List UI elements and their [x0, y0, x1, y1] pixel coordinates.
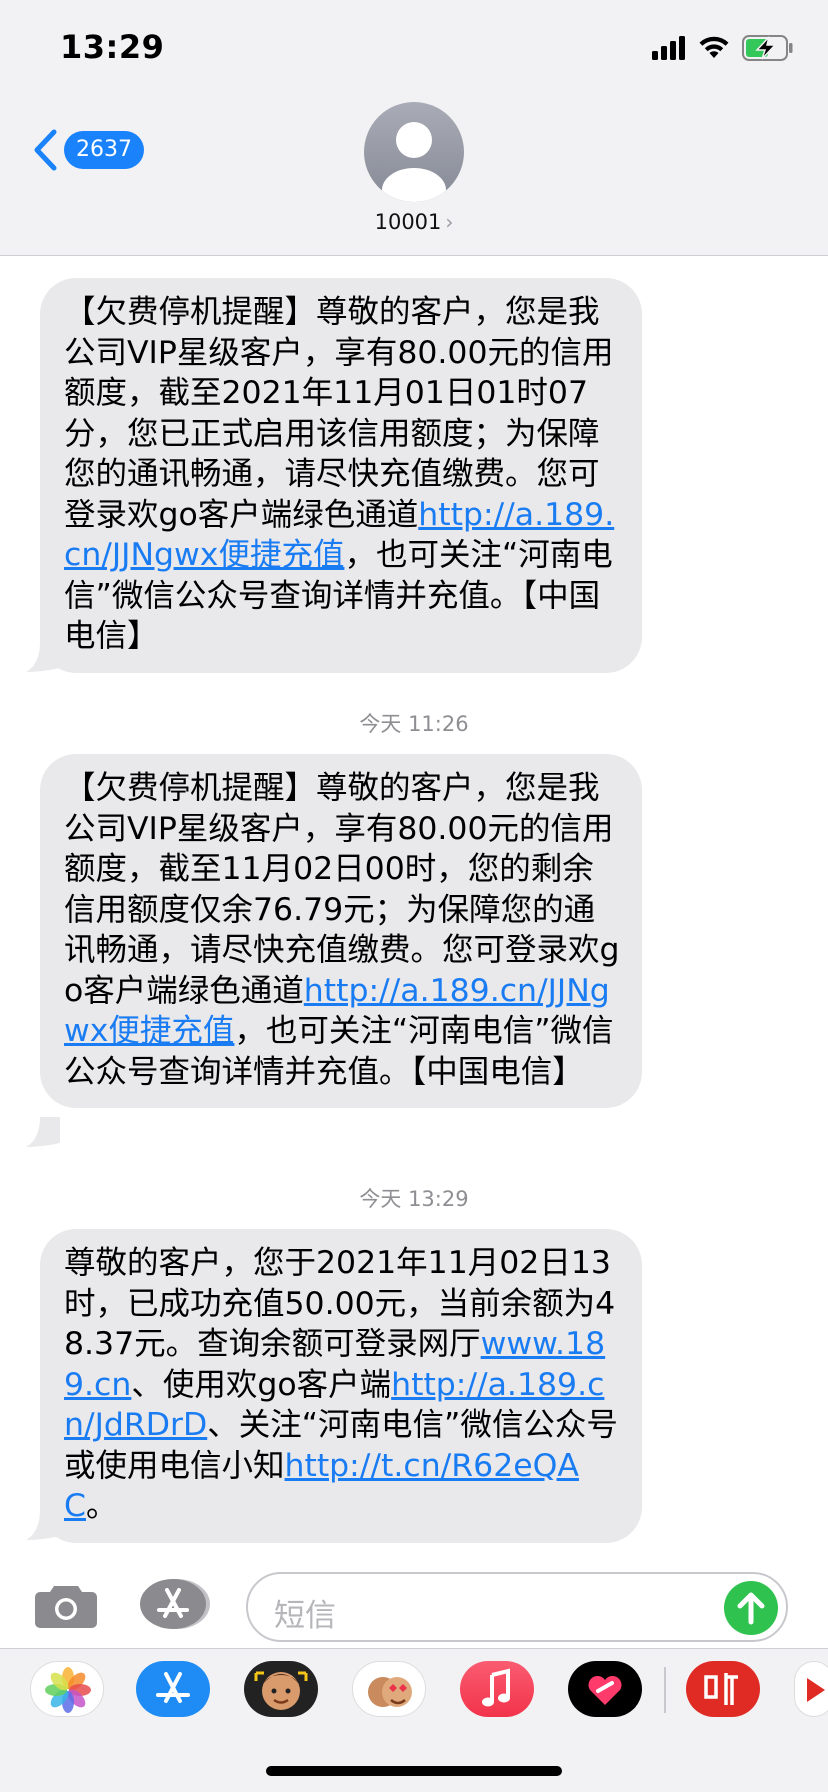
contact-name-button[interactable]: 10001 ›	[0, 210, 828, 234]
bubble-tail	[26, 1117, 60, 1147]
memoji-face-icon	[254, 1671, 308, 1710]
memoji-stickers-face-icon	[368, 1677, 412, 1707]
contact-avatar[interactable]	[364, 102, 464, 202]
app-drawer	[0, 1648, 828, 1792]
music-icon[interactable]	[460, 1661, 534, 1717]
ting-app-icon[interactable]	[686, 1661, 760, 1717]
send-button[interactable]	[724, 1581, 778, 1635]
conversation-header: 13:29 2637 10001 ›	[0, 0, 828, 256]
signal-icon	[652, 36, 685, 60]
status-time: 13:29	[60, 28, 165, 66]
chevron-left-icon	[34, 129, 57, 171]
battery-charging-icon	[742, 35, 793, 61]
heart-icon	[588, 1675, 622, 1705]
photos-icon[interactable]	[30, 1661, 104, 1717]
person-icon	[382, 122, 446, 202]
memoji-icon[interactable]	[244, 1661, 318, 1717]
message-bubble[interactable]: 【欠费停机提醒】尊敬的客户，您是我公司VIP星级客户，享有80.00元的信用额度…	[40, 278, 642, 673]
photos-flower-icon	[45, 1667, 91, 1713]
message-timestamp: 今天 13:29	[359, 1187, 469, 1211]
partial-app-icon[interactable]	[794, 1661, 828, 1717]
message-input[interactable]: 短信	[246, 1572, 788, 1642]
home-indicator[interactable]	[266, 1766, 562, 1776]
wifi-icon	[699, 36, 729, 58]
memoji-stickers-icon[interactable]	[352, 1661, 426, 1717]
drawer-divider	[664, 1667, 666, 1713]
digital-touch-icon[interactable]	[568, 1661, 642, 1717]
arrow-up-icon	[737, 1592, 765, 1625]
contact-name: 10001	[374, 210, 442, 234]
status-icons	[652, 34, 794, 62]
music-note-icon	[482, 1668, 510, 1707]
message-text: 、使用欢go客户端	[131, 1366, 392, 1403]
app-store-glyph-icon	[156, 1672, 190, 1703]
camera-icon[interactable]	[34, 1582, 98, 1628]
ting-glyph-icon	[704, 1673, 738, 1705]
compose-bar: 短信	[0, 1560, 828, 1648]
message-bubble[interactable]: 尊敬的客户，您于2021年11月02日13时，已成功充值50.00元，当前余额为…	[40, 1229, 642, 1543]
message-text: 。	[86, 1488, 118, 1524]
message-input-placeholder: 短信	[274, 1598, 336, 1634]
message-timestamp: 今天 11:26	[359, 712, 469, 736]
back-button[interactable]: 2637	[32, 128, 144, 172]
message-bubble[interactable]: 【欠费停机提醒】尊敬的客户，您是我公司VIP星级客户，享有80.00元的信用额度…	[40, 754, 642, 1108]
app-store-icon[interactable]	[136, 1661, 210, 1717]
unread-count-badge: 2637	[64, 131, 144, 169]
play-icon	[807, 1678, 825, 1702]
chevron-right-icon: ›	[445, 210, 454, 234]
app-store-button-icon[interactable]	[140, 1578, 212, 1630]
